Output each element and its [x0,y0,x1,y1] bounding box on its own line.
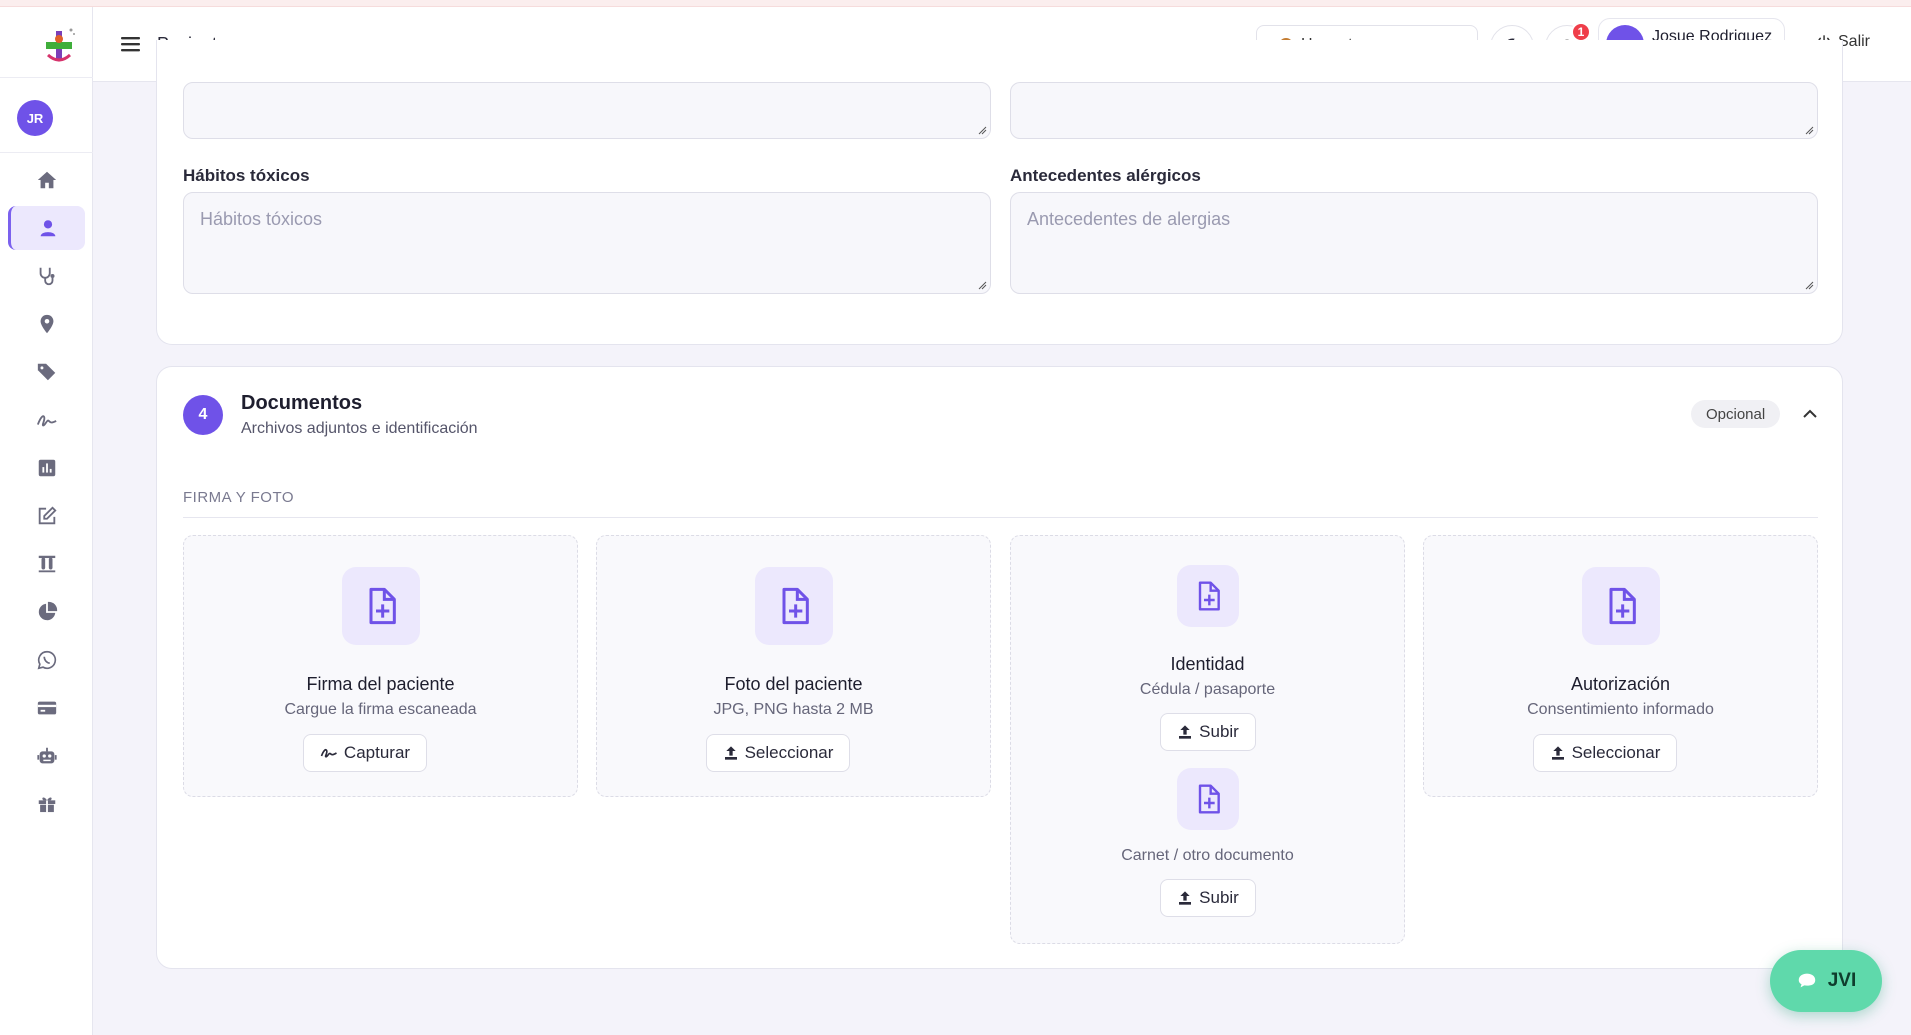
allergies-field[interactable]: Antecedentes de alergias [1010,192,1818,294]
sidebar-item-tags[interactable] [8,350,85,394]
photo-upload-box: Foto del paciente JPG, PNG hasta 2 MB Se… [596,535,991,797]
card-icon [37,701,56,715]
file-plus-icon [369,587,396,625]
hamburger-icon [121,37,140,52]
robot-icon [36,747,57,764]
previous-textarea-left[interactable] [183,82,991,139]
user-icon [40,220,56,237]
upload-icon [1551,746,1564,760]
select-authorization-label: Seleccionar [1571,743,1661,762]
sidebar-divider [0,152,93,153]
sidebar-item-billing[interactable] [8,686,85,730]
resize-handle-icon [978,281,987,290]
authorization-title: Autorización [1570,674,1671,694]
section-subtitle: Archivos adjuntos e identificación [241,420,478,437]
photo-desc: JPG, PNG hasta 2 MB [713,701,874,718]
sidebar-divider [0,77,93,78]
chevron-up-icon[interactable] [1801,405,1819,423]
file-plus-icon [1198,581,1220,611]
sidebar-item-lab[interactable] [8,542,85,586]
edit-icon [38,506,57,525]
file-plus-icon [1609,587,1636,625]
history-card: Hábitos tóxicos Hábitos tóxicos Antecede… [156,40,1843,345]
resize-handle-icon [1805,281,1814,290]
identity-title: Identidad [1170,654,1245,674]
sidebar-item-assistant[interactable] [8,734,85,778]
gift-icon [38,797,55,813]
app-logo[interactable] [40,25,80,69]
upload-icon [724,746,737,760]
sidebar-item-statistics[interactable] [8,590,85,634]
file-plus-tile [1177,768,1239,830]
subsection-heading: FIRMA Y FOTO [183,489,295,506]
upload-id-label: Subir [1199,722,1239,741]
file-plus-tile [755,567,833,645]
subsection-divider [183,517,1818,518]
sidebar-item-notes[interactable] [8,494,85,538]
sidebar: JR [0,7,93,1035]
chat-label: JVI [1827,970,1857,991]
file-plus-tile [1177,565,1239,627]
signature-desc: Cargue la firma escaneada [284,701,477,718]
whatsapp-icon [37,650,56,670]
top-accent-line [0,0,1911,7]
toxic-habits-field[interactable]: Hábitos tóxicos [183,192,991,294]
allergies-label: Antecedentes alérgicos [1010,166,1201,185]
sidebar-item-home[interactable] [8,158,85,202]
resize-handle-icon [978,126,987,135]
toxic-habits-placeholder: Hábitos tóxicos [200,209,323,229]
file-plus-icon [782,587,809,625]
resize-handle-icon [1805,126,1814,135]
file-plus-tile [342,567,420,645]
sidebar-item-reports[interactable] [8,446,85,490]
section-title: Documentos [241,392,363,414]
pie-chart-icon [38,601,57,621]
sidebar-item-consultations[interactable] [8,254,85,298]
sidebar-item-rewards[interactable] [8,782,85,826]
upload-other-label: Subir [1199,888,1239,907]
step-number: 4 [183,395,223,435]
signature-upload-box: Firma del paciente Cargue la firma escan… [183,535,578,797]
chat-assistant-button[interactable]: JVI [1770,950,1882,1012]
sidebar-item-whatsapp[interactable] [8,638,85,682]
upload-icon [1179,725,1192,739]
photo-title: Foto del paciente [724,674,863,694]
sidebar-avatar[interactable]: JR [17,100,53,136]
home-icon [37,171,56,189]
select-authorization-button[interactable]: Seleccionar [1533,734,1677,772]
authorization-upload-box: Autorización Consentimiento informado Se… [1423,535,1818,797]
tags-icon [37,363,55,381]
capture-signature-button[interactable]: Capturar [303,734,427,772]
signature-icon [320,748,337,758]
notification-badge: 1 [1571,22,1591,42]
sidebar-item-signatures[interactable] [8,398,85,442]
stethoscope-icon [39,267,55,286]
upload-other-doc-button[interactable]: Subir [1160,879,1256,917]
identity-desc: Cédula / pasaporte [1139,681,1276,698]
documents-card: 4 Documentos Archivos adjuntos e identif… [156,366,1843,969]
select-photo-button[interactable]: Seleccionar [706,734,850,772]
chat-bubble-icon [1798,973,1815,988]
signature-title: Firma del paciente [306,674,455,694]
authorization-desc: Consentimiento informado [1527,701,1714,718]
upload-icon [1179,891,1192,905]
previous-textarea-right[interactable] [1010,82,1818,139]
file-plus-icon [1198,784,1220,814]
file-plus-tile [1582,567,1660,645]
lab-icon [38,555,55,573]
menu-toggle-button[interactable] [119,33,143,55]
other-doc-desc: Carnet / otro documento [1121,847,1294,864]
select-photo-label: Seleccionar [744,743,834,762]
toxic-habits-label: Hábitos tóxicos [183,166,310,185]
identity-upload-box: Identidad Cédula / pasaporte Subir Carne… [1010,535,1405,944]
sidebar-item-patients[interactable] [8,206,85,250]
optional-badge: Opcional [1691,400,1781,428]
sidebar-item-locations[interactable] [8,302,85,346]
upload-id-button[interactable]: Subir [1160,713,1256,751]
capture-button-label: Capturar [343,743,411,762]
map-pin-icon [40,314,53,334]
chart-icon [38,459,55,477]
allergies-placeholder: Antecedentes de alergias [1027,209,1231,229]
signature-icon [36,415,57,427]
